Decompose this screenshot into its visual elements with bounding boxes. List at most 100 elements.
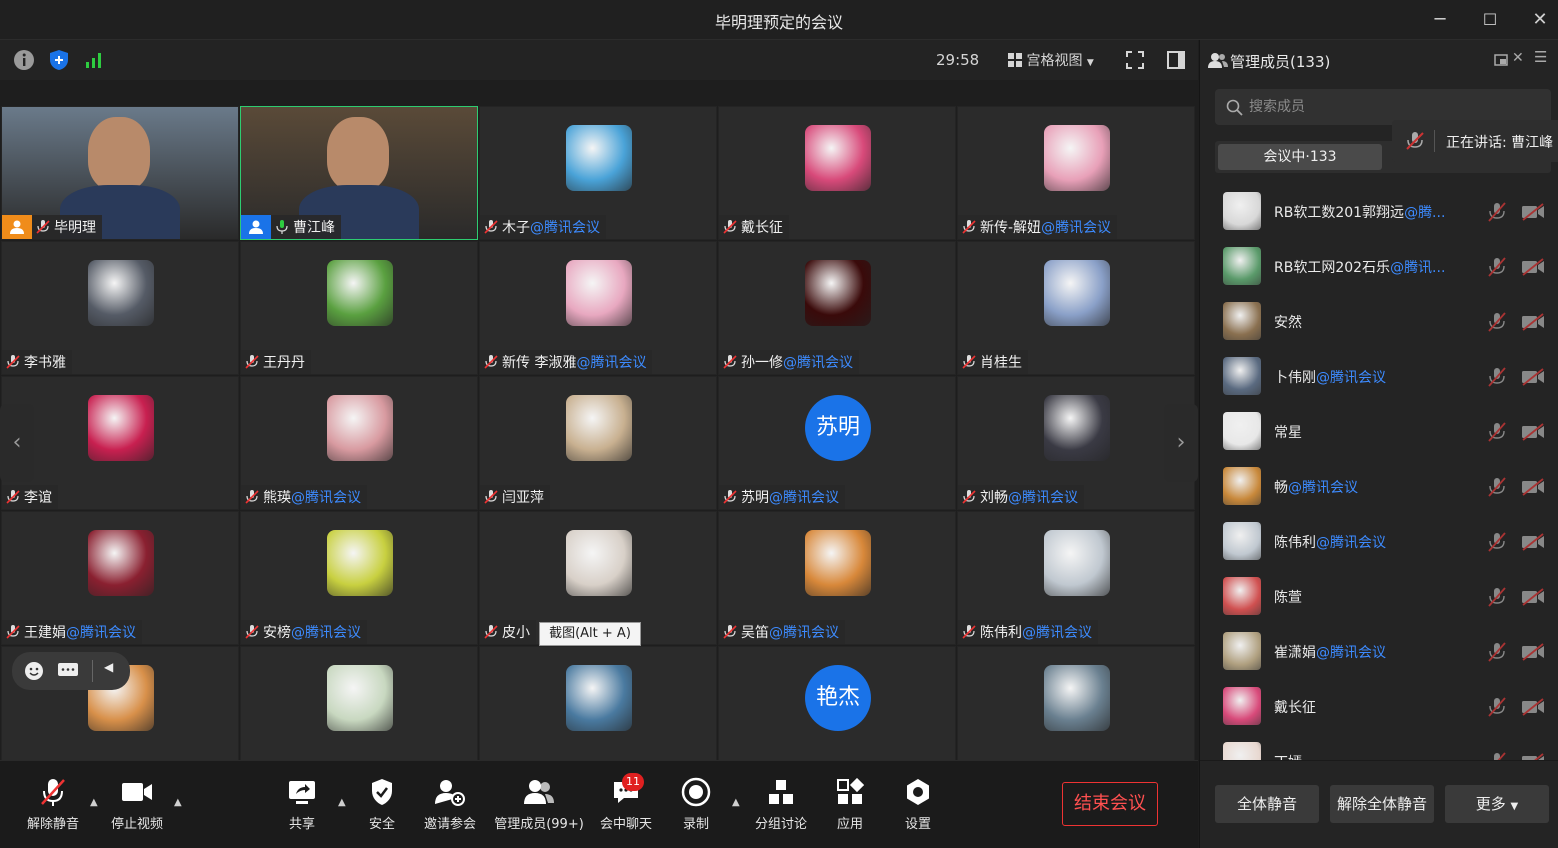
more-button[interactable]: 更多 ▼ [1445, 785, 1549, 823]
video-tile[interactable]: 新传 李淑雅 @腾讯会议 [479, 241, 717, 375]
video-tile[interactable]: 戴长征 [718, 106, 956, 240]
camera-off-icon[interactable] [1521, 588, 1545, 606]
video-tile[interactable]: 新传-解妞 @腾讯会议 [957, 106, 1195, 240]
video-tile[interactable] [957, 646, 1195, 760]
video-tile[interactable]: 艳杰 [718, 646, 956, 760]
prev-page-arrow[interactable]: ‹ [0, 404, 34, 482]
grid-view-button[interactable]: 宫格视图 ▼ [1008, 50, 1094, 70]
member-row[interactable]: RB软工数201郭翔远@腾... [1200, 185, 1558, 240]
settings-button[interactable]: 设置 [894, 775, 942, 845]
breakout-button[interactable]: 分组讨论 [750, 775, 812, 845]
close-panel-icon[interactable]: ✕ [1512, 50, 1524, 66]
member-name: 陈萱 [1274, 590, 1302, 606]
mic-muted-icon[interactable] [1487, 641, 1507, 663]
camera-off-icon[interactable] [1521, 203, 1545, 221]
member-row[interactable]: 崔潇娟@腾讯会议 [1200, 625, 1558, 680]
collapse-icon[interactable]: ◀ [104, 660, 113, 674]
mic-muted-icon[interactable] [1487, 311, 1507, 333]
video-tile[interactable]: 安榜 @腾讯会议 [240, 511, 478, 645]
signal-icon[interactable] [83, 49, 105, 71]
video-tile[interactable]: 吴笛 @腾讯会议 [718, 511, 956, 645]
camera-off-icon[interactable] [1521, 368, 1545, 386]
mic-muted-icon[interactable] [1487, 586, 1507, 608]
video-tile[interactable]: 王建娟 @腾讯会议 [1, 511, 239, 645]
avatar [1044, 665, 1110, 731]
video-tile[interactable]: 熊瑛 @腾讯会议 [240, 376, 478, 510]
video-tile[interactable]: 木子 @腾讯会议 [479, 106, 717, 240]
member-row[interactable]: RB软工网202石乐@腾讯... [1200, 240, 1558, 295]
member-row[interactable]: 陈伟利@腾讯会议 [1200, 515, 1558, 570]
info-icon[interactable] [13, 49, 35, 71]
video-tile[interactable]: 李谊 [1, 376, 239, 510]
member-row[interactable]: 畅@腾讯会议 [1200, 460, 1558, 515]
member-row[interactable]: 戴长征 [1200, 680, 1558, 735]
video-tile[interactable]: 闫亚萍 [479, 376, 717, 510]
video-options-caret[interactable]: ▲ [174, 797, 182, 808]
shield-icon[interactable] [48, 49, 70, 71]
participant-nametag: 熊瑛 @腾讯会议 [241, 485, 367, 509]
camera-off-icon[interactable] [1521, 533, 1545, 551]
stop-video-button[interactable]: 停止视频 [104, 775, 170, 845]
video-tile[interactable]: 刘畅 @腾讯会议 [957, 376, 1195, 510]
video-tile[interactable]: 孙一修 @腾讯会议 [718, 241, 956, 375]
mic-muted-icon[interactable] [1487, 696, 1507, 718]
video-tile[interactable]: 苏明 苏明 @腾讯会议 [718, 376, 956, 510]
video-tile[interactable]: 陈伟利 @腾讯会议 [957, 511, 1195, 645]
mute-all-button[interactable]: 全体静音 [1215, 785, 1319, 823]
video-tile[interactable]: 王丹丹 [240, 241, 478, 375]
video-tile[interactable]: 毕明理 [1, 106, 239, 240]
mic-muted-icon[interactable] [1487, 531, 1507, 553]
mic-muted-icon[interactable] [1487, 366, 1507, 388]
member-row[interactable]: 常星 [1200, 405, 1558, 460]
video-tile[interactable]: 李书雅 [1, 241, 239, 375]
security-button[interactable]: 安全 [354, 775, 410, 845]
mic-muted-icon[interactable] [1487, 256, 1507, 278]
video-tile[interactable]: 曹江峰 [240, 106, 478, 240]
mic-muted-icon[interactable] [1487, 201, 1507, 223]
invite-button[interactable]: 邀请参会 [418, 775, 482, 845]
manage-members-button[interactable]: 管理成员(99+) [492, 775, 586, 845]
camera-off-icon[interactable] [1521, 313, 1545, 331]
tab-in-meeting[interactable]: 会议中·133 [1218, 144, 1382, 170]
mic-muted-icon[interactable] [1487, 421, 1507, 443]
video-tile[interactable] [479, 646, 717, 760]
emoji-icon[interactable] [24, 661, 44, 681]
danmaku-icon[interactable] [57, 662, 79, 680]
add-user-icon [435, 780, 465, 806]
unmute-all-button[interactable]: 解除全体静音 [1330, 785, 1434, 823]
popout-icon[interactable] [1494, 54, 1508, 66]
minimize-button[interactable]: ─ [1420, 6, 1460, 34]
camera-off-icon[interactable] [1521, 753, 1545, 760]
participant-org: @腾讯会议 [66, 625, 136, 641]
video-tile[interactable]: 肖桂生 [957, 241, 1195, 375]
member-row[interactable]: 安然 [1200, 295, 1558, 350]
fullscreen-icon[interactable] [1124, 49, 1146, 71]
share-options-caret[interactable]: ▲ [338, 797, 346, 808]
maximize-button[interactable]: ☐ [1470, 6, 1510, 34]
camera-off-icon[interactable] [1521, 478, 1545, 496]
camera-off-icon[interactable] [1521, 643, 1545, 661]
gear-icon [907, 779, 929, 805]
record-options-caret[interactable]: ▲ [732, 797, 740, 808]
member-row[interactable]: 丁嫣 [1200, 735, 1558, 760]
camera-off-icon[interactable] [1521, 258, 1545, 276]
member-row[interactable]: 卜伟刚@腾讯会议 [1200, 350, 1558, 405]
mic-muted-icon[interactable] [1487, 476, 1507, 498]
panel-menu-icon[interactable]: ☰ [1534, 48, 1547, 66]
member-row[interactable]: 陈萱 [1200, 570, 1558, 625]
camera-off-icon[interactable] [1521, 698, 1545, 716]
apps-button[interactable]: 应用 [826, 775, 874, 845]
apps-label: 应用 [836, 817, 863, 832]
sidebar-toggle-icon[interactable] [1165, 49, 1187, 71]
record-button[interactable]: 录制 [670, 775, 722, 845]
next-page-arrow[interactable]: › [1164, 404, 1198, 482]
close-button[interactable]: ✕ [1520, 6, 1558, 34]
video-tile[interactable] [240, 646, 478, 760]
chat-button[interactable]: 11 会中聊天 [596, 773, 656, 845]
audio-options-caret[interactable]: ▲ [90, 797, 98, 808]
unmute-button[interactable]: 解除静音 [20, 775, 86, 845]
mic-muted-icon[interactable] [1487, 751, 1507, 760]
share-button[interactable]: 共享 [272, 775, 332, 845]
end-meeting-button[interactable]: 结束会议 [1062, 782, 1158, 826]
camera-off-icon[interactable] [1521, 423, 1545, 441]
